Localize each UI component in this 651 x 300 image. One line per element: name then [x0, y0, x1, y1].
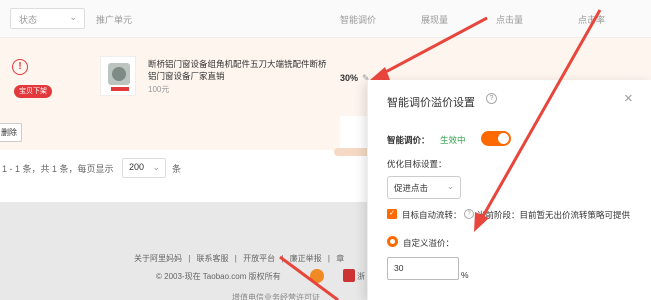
auto-flow-description: 当前阶段：目前暂无出价流转策略可提供	[477, 210, 631, 220]
column-header-ctr: 点击率	[578, 15, 606, 25]
smart-price-status: 生效中	[440, 135, 466, 145]
warning-icon: !	[12, 59, 28, 75]
help-icon[interactable]: ?	[486, 93, 497, 104]
smart-price-toggle[interactable]	[481, 131, 511, 146]
footer-copyright: © 2003-现在 Taobao.com 版权所有	[156, 272, 281, 281]
page-size-value: 200	[129, 162, 145, 172]
auto-flow-label: 目标自动流转：	[402, 210, 462, 220]
status-badge: 宝贝下架	[14, 85, 52, 98]
status-filter-label: 状态	[19, 15, 38, 25]
product-thumbnail[interactable]	[100, 56, 136, 96]
product-title-link[interactable]: 断桥铝门窗设备组角机配件五刀大端铣配件断桥铝门窗设备厂家直销	[148, 58, 328, 82]
optimization-target-select[interactable]: 促进点击 ⌄	[387, 176, 461, 199]
custom-premium-label: 自定义溢价：	[403, 238, 455, 248]
close-icon[interactable]: ×	[624, 90, 633, 107]
toggle-knob	[498, 133, 509, 144]
footer-link-about[interactable]: 关于阿里妈妈	[134, 254, 182, 263]
smart-price-value: 30%	[340, 73, 359, 83]
footer-link-report[interactable]: 廉正举报	[290, 254, 322, 263]
dialog-title: 智能调价溢价设置	[387, 97, 475, 109]
status-filter-select[interactable]: 状态 ⌄	[10, 8, 85, 29]
delete-button[interactable]: 删除	[0, 123, 22, 142]
pagination-unit: 条	[172, 164, 182, 174]
thumbnail-tag	[111, 87, 129, 91]
footer-link-open-platform[interactable]: 开放平台	[243, 254, 275, 263]
footer-badge-label: 浙	[357, 272, 365, 281]
optimization-target-value: 促进点击	[394, 183, 429, 193]
footer-links: 关于阿里妈妈 | 联系客服 | 开放平台 | 廉正举报 | 章	[134, 253, 348, 264]
bulk-action-bar	[0, 116, 340, 150]
smart-price-label: 智能调价：	[387, 135, 430, 145]
help-icon[interactable]: ?	[464, 209, 474, 219]
footer-link-more[interactable]: 章	[336, 254, 344, 263]
chevron-down-icon: ⌄	[446, 181, 454, 191]
page-size-select[interactable]: 200 ⌄	[122, 158, 166, 178]
table-header: 状态 ⌄ 推广单元 智能调价 展现量 点击量 点击率	[0, 0, 651, 38]
footer-separator: |	[188, 254, 191, 263]
column-header-impressions: 展现量	[421, 15, 449, 25]
footer-separator: |	[281, 254, 284, 263]
optimization-target-label: 优化目标设置：	[387, 159, 447, 169]
license-badge-icon	[343, 269, 355, 282]
footer-link-support[interactable]: 联系客服	[197, 254, 229, 263]
column-header-smart-price: 智能调价	[340, 15, 377, 25]
premium-unit: %	[461, 270, 469, 280]
premium-input[interactable]: 30	[387, 257, 459, 280]
police-badge-icon	[310, 269, 324, 283]
auto-flow-checkbox[interactable]: ✓	[387, 209, 397, 219]
pagination-summary: 1 - 1 条，共 1 条，每页显示	[2, 164, 114, 174]
product-price: 100元	[148, 85, 170, 94]
column-header-unit: 推广单元	[96, 15, 133, 25]
footer-separator: |	[327, 254, 330, 263]
custom-premium-radio[interactable]	[387, 236, 398, 247]
footer-license: 增值电信业务经营许可证	[232, 293, 320, 300]
chevron-down-icon: ⌄	[152, 162, 160, 172]
footer-separator: |	[234, 254, 237, 263]
smart-price-settings-dialog: 智能调价溢价设置 ? × 智能调价： 生效中 优化目标设置： 促进点击 ⌄ ✓ …	[367, 80, 651, 300]
chevron-down-icon: ⌄	[69, 12, 77, 22]
column-header-clicks: 点击量	[496, 15, 524, 25]
machine-image-detail	[112, 67, 126, 81]
